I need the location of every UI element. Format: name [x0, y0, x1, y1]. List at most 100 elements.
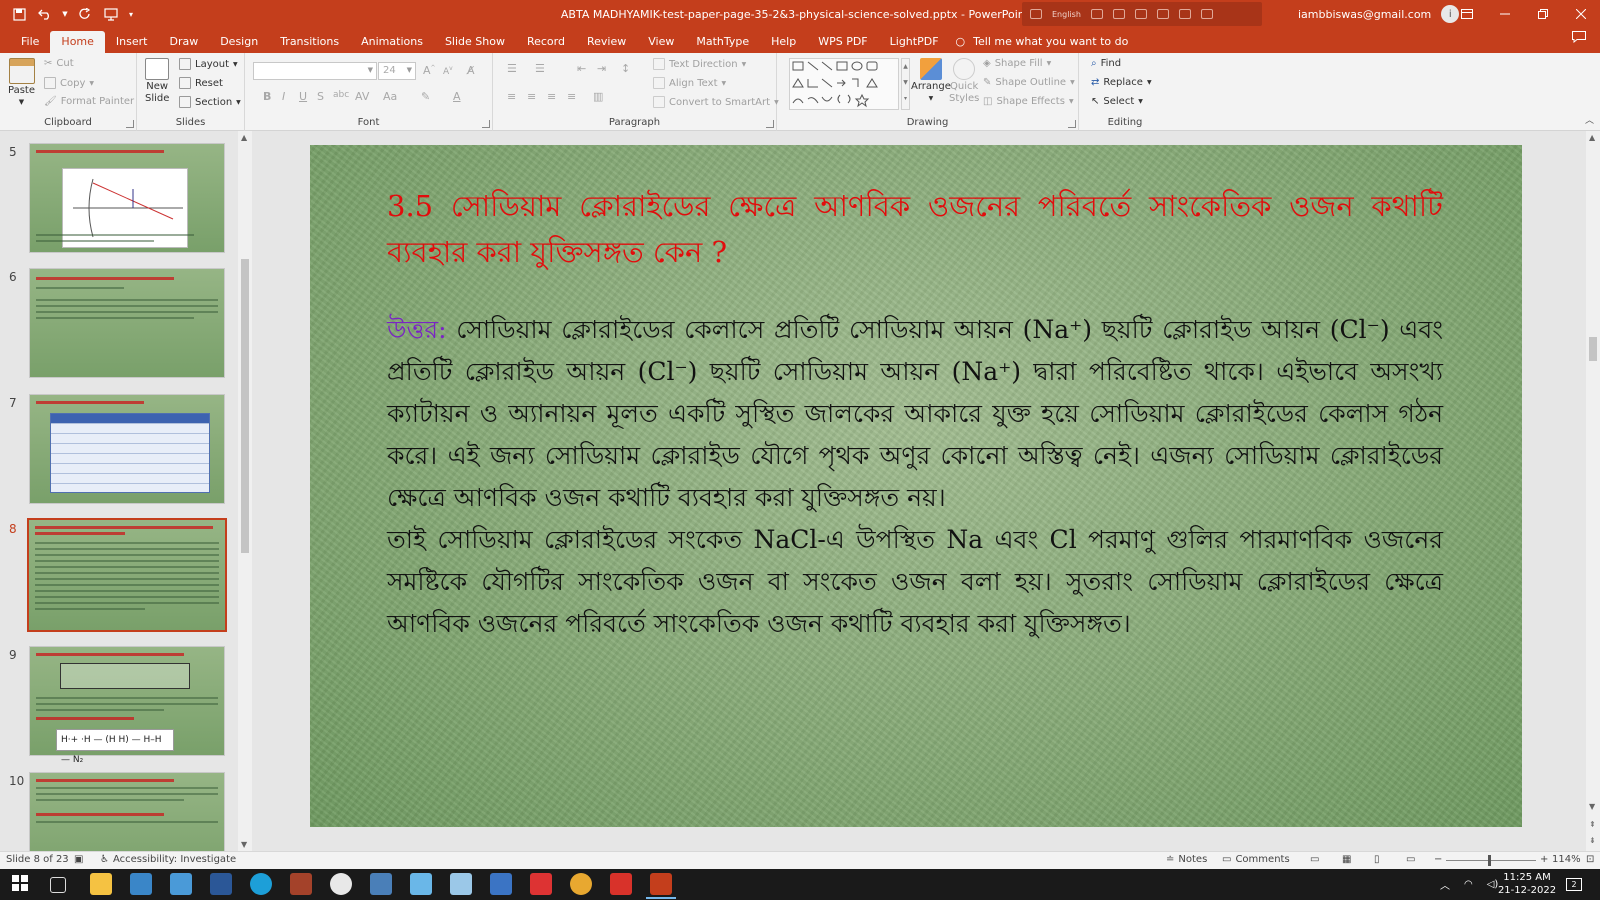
character-spacing-icon[interactable]: AV [355, 90, 369, 103]
wifi-icon[interactable]: ◠ [1464, 879, 1473, 890]
zoom-slider-knob[interactable] [1488, 855, 1491, 866]
restore-icon[interactable] [1524, 0, 1562, 28]
undo-icon[interactable] [34, 3, 56, 25]
thumbnail-scrollbar[interactable]: ▲ ▼ [238, 131, 252, 851]
slide-thumbnail[interactable]: 6 [0, 268, 236, 380]
comment-icon[interactable] [1572, 31, 1586, 46]
tab-draw[interactable]: Draw [158, 31, 209, 53]
close-icon[interactable] [1562, 0, 1600, 28]
store-icon[interactable] [170, 873, 192, 895]
columns-icon[interactable]: ▥ [593, 90, 603, 103]
tab-review[interactable]: Review [576, 31, 637, 53]
redo-icon[interactable] [74, 3, 96, 25]
notes-button[interactable]: ≐ Notes [1166, 854, 1207, 865]
bold-icon[interactable]: B [263, 90, 271, 103]
notification-center-icon[interactable]: 2 [1566, 869, 1582, 900]
zoom-out-icon[interactable]: − [1434, 854, 1442, 865]
file-explorer-icon[interactable] [90, 873, 112, 895]
previous-slide-icon[interactable]: ⇞ [1589, 820, 1596, 829]
tell-me-box[interactable]: ○ Tell me what you want to do [956, 31, 1129, 53]
slide-thumbnail[interactable]: 7 [0, 394, 236, 506]
font-launcher-icon[interactable] [482, 120, 490, 128]
tab-file[interactable]: File [10, 31, 50, 53]
scroll-up-icon[interactable]: ▲ [1589, 133, 1595, 142]
slide-thumbnail-selected[interactable]: 8 [0, 518, 236, 632]
accessibility-status[interactable]: ♿ Accessibility: Investigate [100, 854, 236, 865]
increase-font-size-icon[interactable]: A^ [423, 64, 436, 77]
reset-button[interactable]: Reset [179, 77, 223, 89]
line-spacing-icon[interactable]: ↕ [621, 62, 630, 75]
task-view-icon[interactable] [50, 877, 66, 893]
spelling-icon[interactable]: ▣ [74, 854, 83, 865]
arrange-button[interactable]: Arrange ▼ [911, 58, 951, 104]
comments-button[interactable]: ▭ Comments [1222, 854, 1290, 865]
justify-icon[interactable]: ≡ [567, 90, 576, 103]
section-button[interactable]: Section ▼ [179, 96, 241, 108]
tab-home[interactable]: Home [50, 31, 105, 53]
scroll-down-icon[interactable]: ▼ [1589, 802, 1595, 811]
tab-slide-show[interactable]: Slide Show [434, 31, 516, 53]
clear-formatting-icon[interactable]: A̸ [467, 64, 475, 77]
app-icon[interactable] [370, 873, 392, 895]
align-center-icon[interactable]: ≡ [527, 90, 536, 103]
collapse-ribbon-icon[interactable]: ︿ [1585, 113, 1594, 126]
shape-fill-button[interactable]: ◈ Shape Fill ▼ [983, 58, 1051, 69]
strikethrough-icon[interactable]: abc [333, 90, 349, 100]
language-indicator[interactable]: English [1022, 2, 1262, 26]
replace-button[interactable]: ⇄ Replace ▼ [1091, 77, 1152, 88]
chrome-icon[interactable] [330, 873, 352, 895]
slideshow-view-icon[interactable]: ▭ [1406, 854, 1415, 865]
align-left-icon[interactable]: ≡ [507, 90, 516, 103]
chrome-icon[interactable] [570, 873, 592, 895]
shape-outline-button[interactable]: ✎ Shape Outline ▼ [983, 77, 1075, 88]
text-direction-button[interactable]: Text Direction ▼ [653, 58, 746, 70]
app-icon[interactable] [450, 873, 472, 895]
tab-animations[interactable]: Animations [350, 31, 434, 53]
numbering-icon[interactable]: ☰ [535, 62, 545, 75]
paragraph-launcher-icon[interactable] [766, 120, 774, 128]
clipboard-launcher-icon[interactable] [126, 120, 134, 128]
scrollbar-thumb[interactable] [241, 259, 249, 553]
drawing-launcher-icon[interactable] [1068, 120, 1076, 128]
slide-title[interactable]: 3.5 সোডিয়াম ক্লোরাইডের ক্ষেত্রে আণবিক ও… [387, 183, 1443, 275]
ribbon-display-options-icon[interactable] [1448, 0, 1486, 28]
save-icon[interactable] [8, 3, 30, 25]
font-color-icon[interactable]: A [453, 90, 461, 103]
shapes-gallery[interactable] [789, 58, 899, 110]
new-slide-button[interactable]: New Slide [145, 58, 169, 104]
align-text-button[interactable]: Align Text ▼ [653, 77, 726, 89]
tab-lightpdf[interactable]: LightPDF [879, 31, 950, 53]
highlight-icon[interactable]: ✎ [421, 90, 430, 103]
scrollbar-thumb[interactable] [1589, 337, 1597, 361]
minimize-icon[interactable] [1486, 0, 1524, 28]
tab-mathtype[interactable]: MathType [685, 31, 760, 53]
format-painter-button[interactable]: 🖌 Format Painter [44, 96, 134, 107]
zoom-in-icon[interactable]: + [1540, 854, 1548, 865]
slide-body[interactable]: উত্তর: সোডিয়াম ক্লোরাইডের কেলাসে প্রতিট… [387, 309, 1443, 645]
select-button[interactable]: ↖ Select ▼ [1091, 96, 1143, 107]
app-icon[interactable] [530, 873, 552, 895]
tab-record[interactable]: Record [516, 31, 576, 53]
account-area[interactable]: iambbiswas@gmail.com i [1298, 0, 1460, 28]
underline-icon[interactable]: U [299, 90, 307, 103]
normal-view-icon[interactable]: ▭ [1310, 854, 1319, 865]
tab-view[interactable]: View [637, 31, 685, 53]
powerpoint-icon[interactable] [646, 873, 676, 899]
tray-expand-icon[interactable]: ︿ [1440, 877, 1450, 892]
paste-button[interactable]: Paste ▼ [8, 58, 35, 108]
tab-insert[interactable]: Insert [105, 31, 159, 53]
change-case-icon[interactable]: Aa [383, 90, 397, 103]
slide-canvas[interactable]: 3.5 সোডিয়াম ক্লোরাইডের ক্ষেত্রে আণবিক ও… [310, 145, 1522, 827]
slide-thumbnail[interactable]: 10 [0, 772, 236, 851]
wps-icon[interactable] [610, 873, 632, 895]
tab-wps-pdf[interactable]: WPS PDF [807, 31, 878, 53]
layout-button[interactable]: Layout ▼ [179, 58, 238, 70]
cut-button[interactable]: ✂ Cut [44, 58, 74, 69]
customize-toolbar-icon[interactable]: ▾ [126, 3, 136, 25]
zoom-slider[interactable] [1446, 860, 1536, 861]
tab-design[interactable]: Design [209, 31, 269, 53]
shapes-scroll-icon[interactable]: ▲ ▼ ▾ [901, 58, 910, 110]
scroll-up-icon[interactable]: ▲ [241, 133, 247, 142]
edge-icon[interactable] [250, 873, 272, 895]
font-name-dropdown[interactable]: ▼ [253, 62, 377, 80]
